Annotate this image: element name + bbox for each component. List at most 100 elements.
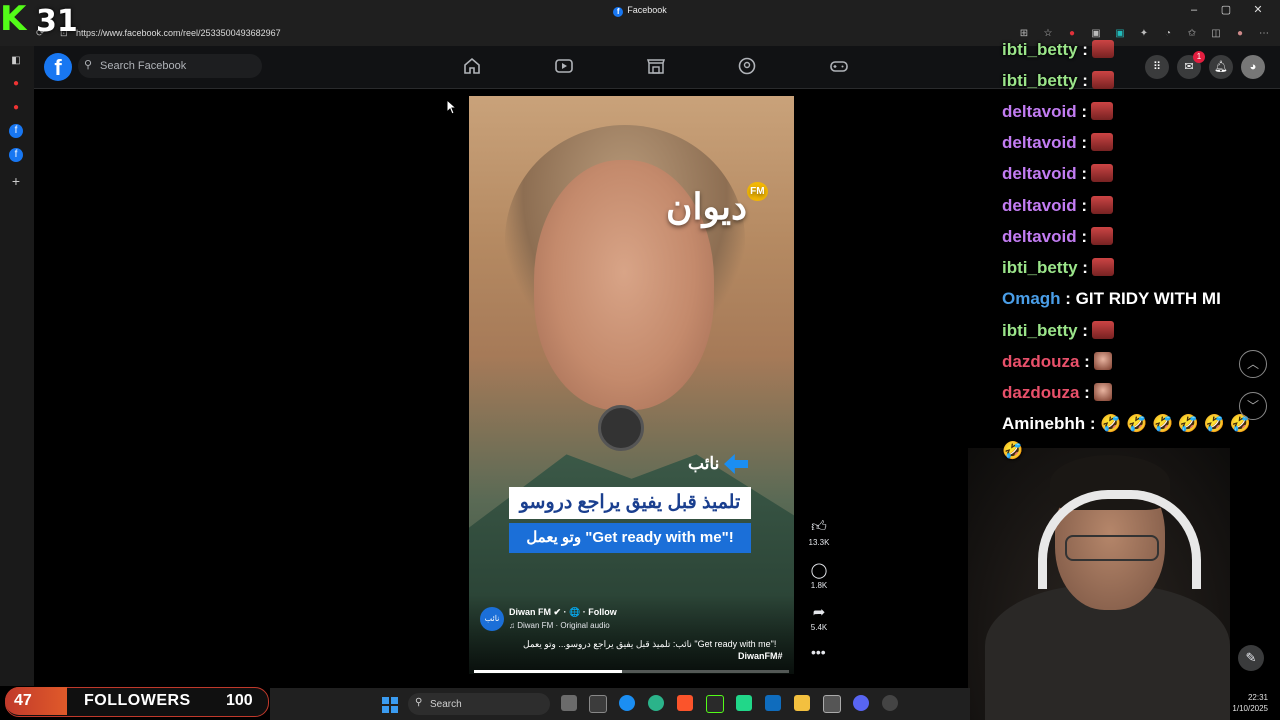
emote-icon (1091, 321, 1114, 339)
edit-compose-icon[interactable]: ✎ (1238, 645, 1264, 671)
outlook-icon[interactable] (765, 695, 781, 711)
page-avatar[interactable]: نائب (480, 607, 504, 631)
followers-current: 47 (14, 692, 32, 709)
chat-message: Omagh : GIT RIDY WITH MI (1002, 289, 1221, 308)
video-icon[interactable] (553, 57, 575, 75)
video-caption-line-2: وتو يعمل "Get ready with me"! (509, 523, 751, 553)
discord-icon[interactable] (853, 695, 869, 711)
chat-username: deltavoid (1002, 133, 1077, 152)
notifications-bell-icon[interactable]: 🔔︎ (1209, 55, 1233, 79)
like-icon[interactable]: 👍︎ (806, 518, 832, 536)
chat-message: deltavoid : (1002, 227, 1114, 247)
favorite-star-icon[interactable]: ☆ (1036, 28, 1060, 39)
copilot-icon[interactable]: ✿ (1276, 28, 1280, 39)
chat-username: ibti_betty (1002, 40, 1078, 59)
emote-icon (1091, 102, 1114, 120)
file-explorer-icon[interactable] (794, 695, 810, 711)
extensions-puzzle-icon[interactable]: ✦ (1132, 28, 1156, 39)
comment-action[interactable]: ◯ 1.8K (806, 561, 832, 590)
share-count: 5.4K (810, 623, 828, 632)
emote-icon (1091, 164, 1114, 182)
extension-teal-icon[interactable]: ▣ (1108, 28, 1132, 39)
minimize-button[interactable]: – (1178, 4, 1210, 16)
groups-icon[interactable] (736, 57, 758, 75)
new-tab-icon[interactable]: + (9, 174, 23, 188)
task-view-icon[interactable] (561, 695, 577, 711)
comment-count: 1.8K (810, 581, 828, 590)
chat-message: ibti_betty : (1002, 71, 1114, 91)
page-name-follow[interactable]: Diwan FM ✔ · 🌐 · Follow (509, 607, 617, 618)
scroll-down-icon[interactable]: ﹀ (1239, 392, 1267, 420)
facebook-tab-icon-active[interactable]: f (9, 148, 23, 162)
search-icon: ⚲ (84, 59, 93, 71)
emote-icon (1091, 71, 1114, 89)
stream-counter: 31 (36, 4, 78, 39)
like-action[interactable]: 👍︎ 13.3K (806, 518, 832, 547)
youtube-tab-icon[interactable]: ● (9, 77, 23, 91)
menu-grid-icon[interactable]: ⠿ (1145, 55, 1169, 79)
chat-username: deltavoid (1002, 164, 1077, 183)
collections-icon[interactable]: ◫ (1204, 28, 1228, 39)
profile-sync-icon[interactable]: ◔ (1156, 28, 1180, 39)
chat-text: 🤣 🤣 🤣 🤣 🤣 🤣 (1100, 414, 1251, 433)
more-menu-icon[interactable]: ⋯ (1252, 28, 1276, 39)
emote-icon (1093, 352, 1112, 370)
kick-app-icon[interactable] (706, 695, 724, 713)
taskbar-search-label[interactable]: Search (430, 699, 462, 710)
tab-actions-icon[interactable]: ◧ (9, 54, 23, 68)
close-window-button[interactable]: ✕ (1242, 3, 1274, 16)
scroll-up-icon[interactable]: ︿ (1239, 350, 1267, 378)
emote-icon (1091, 133, 1114, 151)
marketplace-icon[interactable] (645, 57, 667, 75)
terminal-icon[interactable] (589, 695, 607, 713)
microphone-shape (598, 405, 644, 451)
comment-icon[interactable]: ◯ (806, 561, 832, 579)
facebook-logo-icon[interactable]: f (44, 53, 72, 81)
extension-red-icon[interactable]: ● (1060, 28, 1084, 39)
facebook-tab-icon[interactable]: f (9, 124, 23, 138)
browser-toolbar-icons: ⊞☆●▣▣✦◔✩◫●⋯✿ (1012, 28, 1280, 39)
microsoft-store-icon[interactable] (823, 695, 841, 713)
more-options-icon[interactable]: ••• (811, 644, 826, 660)
naib-label: نائب (688, 454, 720, 473)
chat-message: deltavoid : (1002, 164, 1114, 184)
edge-dev-icon[interactable] (648, 695, 664, 711)
chat-message: ibti_betty : (1002, 40, 1114, 60)
maximize-button[interactable]: ▢ (1210, 3, 1242, 16)
tab-title-label: Facebook (627, 5, 667, 15)
youtube-tab-icon-2[interactable]: ● (9, 101, 23, 115)
chat-message: deltavoid : (1002, 196, 1114, 216)
window-controls: – ▢ ✕ (1178, 3, 1274, 16)
extension-icon[interactable]: ▣ (1084, 28, 1108, 39)
emote-icon (1091, 258, 1114, 276)
edge-browser-icon[interactable] (619, 695, 635, 711)
windows-start-icon[interactable] (382, 697, 398, 713)
gaming-icon[interactable] (828, 57, 850, 75)
reel-description[interactable]: نائب: تلميذ قبل يفيق يراجع دروسو... وتو … (523, 639, 776, 650)
profile-avatar-icon[interactable]: ● (1228, 28, 1252, 39)
hashtag-link[interactable]: DiwanFM# (738, 651, 783, 661)
chat-username: ibti_betty (1002, 71, 1078, 90)
video-caption-line-1: تلميذ قبل يفيق يراجع دروسو (509, 487, 751, 519)
chat-message: deltavoid : (1002, 102, 1114, 122)
obs-icon[interactable] (882, 695, 898, 711)
emote-icon (1091, 196, 1114, 214)
facebook-favicon-icon: f (613, 7, 624, 17)
chat-username: Omagh (1002, 289, 1061, 308)
home-icon[interactable] (461, 57, 483, 75)
apps-icon[interactable]: ⊞ (1012, 28, 1036, 39)
url-text[interactable]: https://www.facebook.com/reel/2533500493… (76, 28, 281, 38)
profile-avatar[interactable]: ◕ (1241, 55, 1265, 79)
system-clock[interactable]: 22:31 1/10/2025 (1232, 692, 1268, 714)
emote-icon (1093, 383, 1112, 401)
messenger-badge: 1 (1193, 51, 1205, 63)
original-audio-link[interactable]: ♫ Diwan FM · Original audio (509, 621, 610, 630)
chat-username: deltavoid (1002, 227, 1077, 246)
tab-title[interactable]: f Facebook (0, 5, 1280, 17)
pycharm-icon[interactable] (736, 695, 752, 711)
brave-browser-icon[interactable] (677, 695, 693, 711)
share-icon[interactable]: ➦ (806, 603, 832, 621)
search-input[interactable]: Search Facebook (100, 60, 186, 72)
favorites-icon[interactable]: ✩ (1180, 28, 1204, 39)
share-action[interactable]: ➦ 5.4K (806, 603, 832, 632)
